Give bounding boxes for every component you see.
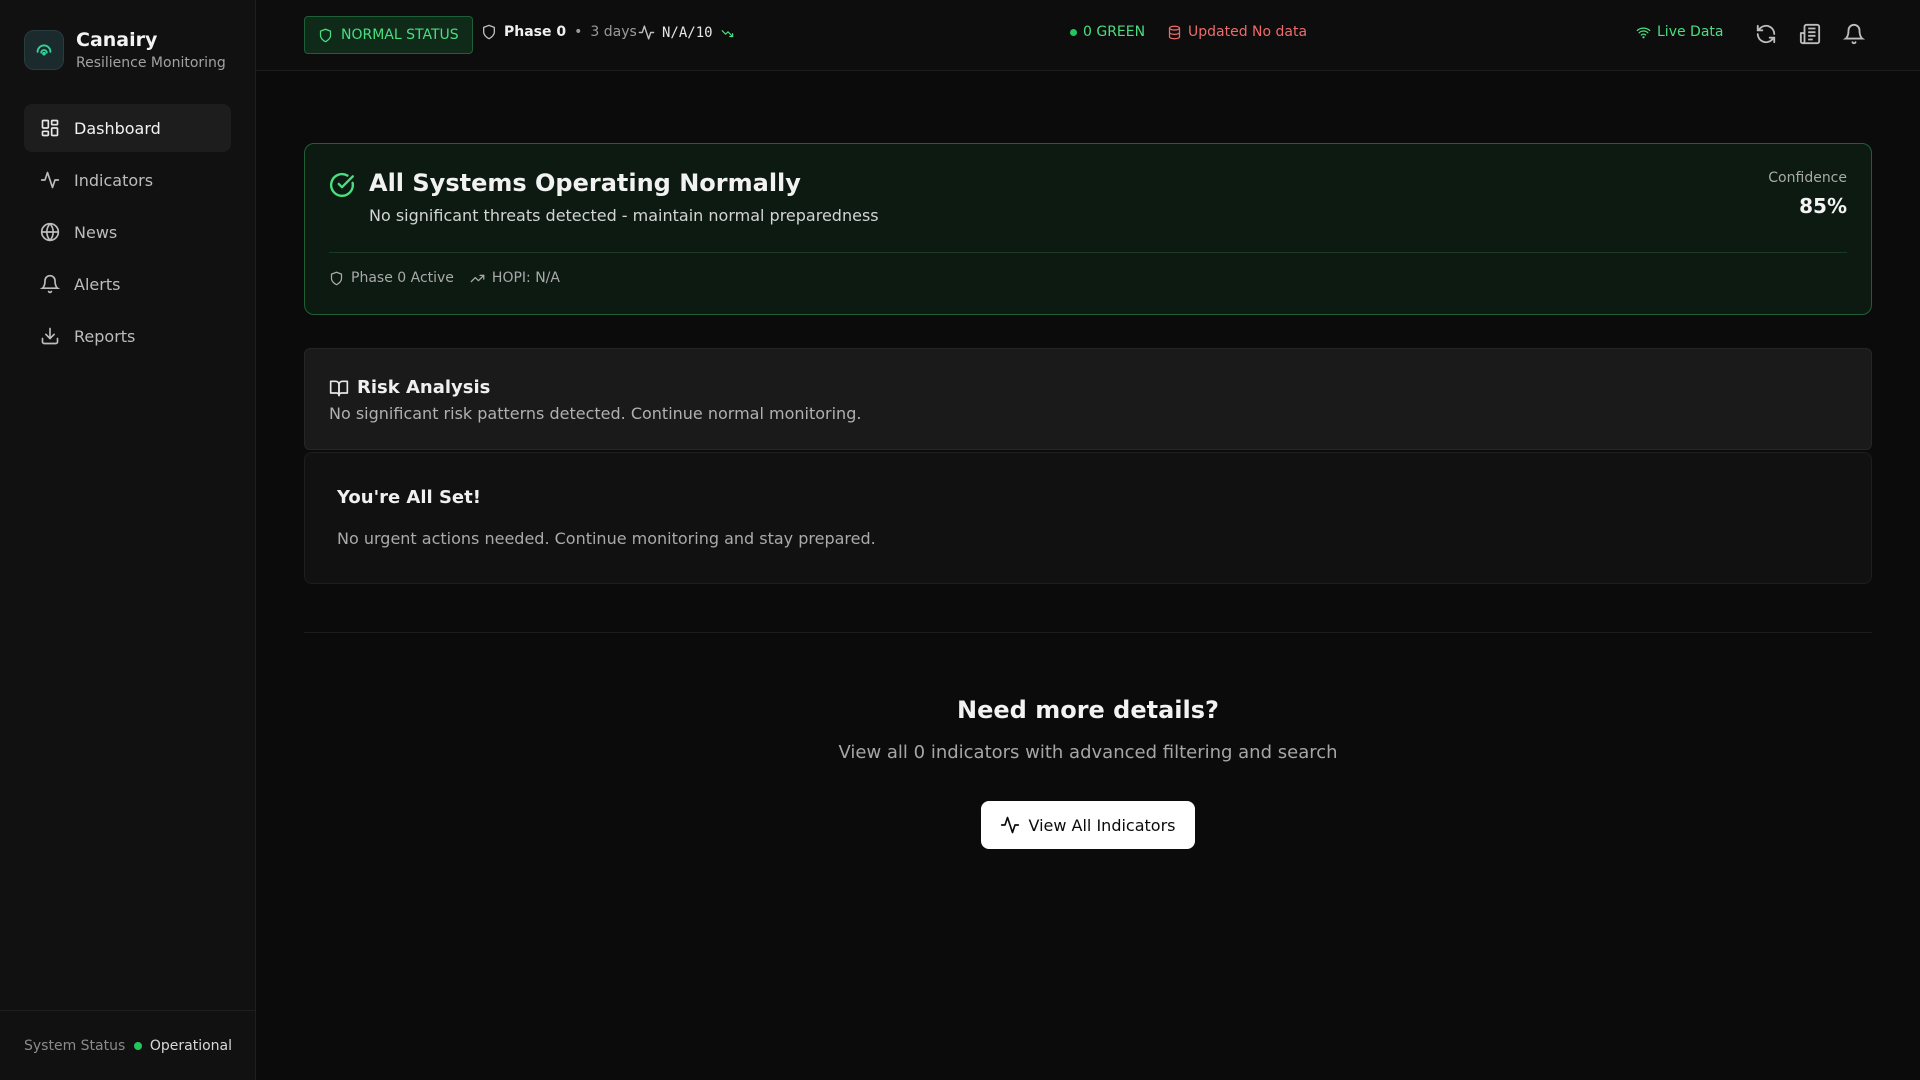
status-meta: Phase 0 Active HOPI: N/A	[329, 270, 576, 286]
phase-active-label: Phase 0 Active	[351, 270, 454, 286]
shield-icon	[483, 24, 495, 40]
risk-analysis-card: Risk Analysis No significant risk patter…	[304, 348, 1872, 450]
system-status-footer: System Status Operational	[0, 1010, 256, 1080]
globe-icon	[40, 222, 60, 242]
newspaper-icon[interactable]	[1799, 23, 1821, 45]
sidebar-item-dashboard[interactable]: Dashboard	[24, 104, 231, 152]
sidebar: Canairy Resilience Monitoring Dashboard …	[0, 0, 256, 1080]
trend-down-icon	[721, 29, 733, 37]
sidebar-item-news[interactable]: News	[24, 208, 231, 256]
green-count: 0 GREEN	[1070, 24, 1145, 40]
sidebar-item-label: Reports	[74, 326, 136, 346]
sidebar-item-indicators[interactable]: Indicators	[24, 156, 231, 204]
score-indicator: N/A/10	[638, 24, 735, 41]
score-value: N/A/10	[662, 24, 713, 41]
last-updated-label: Updated No data	[1188, 24, 1308, 40]
book-open-icon	[329, 380, 349, 396]
activity-icon	[40, 171, 60, 189]
hopi-label: HOPI: N/A	[491, 270, 560, 286]
view-all-indicators-button[interactable]: View All Indicators	[981, 801, 1195, 849]
shield-icon	[319, 28, 332, 42]
sidebar-item-label: Dashboard	[74, 118, 161, 138]
trending-up-icon	[470, 274, 485, 282]
status-badge-label: NORMAL STATUS	[341, 27, 459, 43]
risk-analysis-heading: Risk Analysis	[329, 377, 490, 398]
top-bar: NORMAL STATUS Phase 0 • 3 days N/A/10 0 …	[256, 0, 1920, 71]
sidebar-item-label: Indicators	[74, 170, 154, 190]
activity-icon	[638, 25, 655, 40]
canairy-logo-icon	[24, 30, 64, 70]
live-data-label: Live Data	[1657, 24, 1724, 40]
separator-dot: •	[574, 24, 583, 40]
green-dot-icon	[1070, 28, 1077, 36]
brand-name: Canairy	[76, 29, 158, 51]
shield-icon	[330, 271, 343, 285]
system-status-label: System Status	[24, 1037, 126, 1054]
sidebar-item-label: Alerts	[74, 274, 121, 294]
phase-duration: 3 days	[590, 24, 637, 40]
activity-icon	[1001, 816, 1020, 834]
view-all-indicators-label: View All Indicators	[1028, 815, 1176, 835]
sidebar-item-alerts[interactable]: Alerts	[24, 260, 231, 308]
phase-label: Phase 0	[504, 24, 567, 40]
bell-icon	[40, 274, 60, 294]
check-circle-icon	[330, 172, 355, 197]
section-divider	[304, 632, 1872, 633]
system-status-text: Operational	[149, 1037, 232, 1054]
dashboard-icon	[41, 119, 59, 137]
live-data-indicator: Live Data	[1636, 24, 1723, 40]
wifi-icon	[1636, 26, 1651, 38]
status-title: All Systems Operating Normally	[369, 169, 801, 197]
download-icon	[41, 327, 59, 345]
sidebar-nav: Dashboard Indicators News Alerts Reports	[24, 104, 231, 364]
last-updated: Updated No data	[1167, 24, 1307, 40]
status-subtitle: No significant threats detected - mainta…	[369, 206, 879, 225]
risk-analysis-text: No significant risk patterns detected. C…	[329, 404, 862, 423]
phase-active: Phase 0 Active	[329, 270, 454, 286]
system-status-card: All Systems Operating Normally No signif…	[304, 143, 1872, 315]
confidence-value: 85%	[1799, 194, 1847, 218]
database-icon	[1168, 25, 1181, 39]
hopi-indicator: HOPI: N/A	[470, 270, 560, 286]
sidebar-item-reports[interactable]: Reports	[24, 312, 231, 360]
more-details-title: Need more details?	[957, 696, 1219, 724]
notification-bell-icon[interactable]	[1843, 23, 1865, 45]
all-set-text: No urgent actions needed. Continue monit…	[337, 529, 876, 548]
divider	[329, 252, 1847, 253]
brand[interactable]: Canairy Resilience Monitoring	[24, 28, 226, 72]
phase-indicator: Phase 0 • 3 days	[481, 24, 637, 40]
all-set-title: You're All Set!	[337, 487, 481, 508]
green-count-label: 0 GREEN	[1083, 24, 1146, 40]
brand-subtitle: Resilience Monitoring	[76, 55, 226, 71]
confidence-label: Confidence	[1768, 170, 1847, 186]
risk-analysis-title: Risk Analysis	[357, 377, 491, 398]
refresh-icon[interactable]	[1755, 23, 1777, 45]
status-dot-icon	[133, 1041, 142, 1050]
status-badge[interactable]: NORMAL STATUS	[304, 16, 473, 54]
system-status-value: Operational	[133, 1037, 232, 1054]
more-details-subtitle: View all 0 indicators with advanced filt…	[838, 742, 1338, 763]
sidebar-item-label: News	[74, 222, 118, 242]
all-set-card: You're All Set! No urgent actions needed…	[304, 452, 1872, 584]
